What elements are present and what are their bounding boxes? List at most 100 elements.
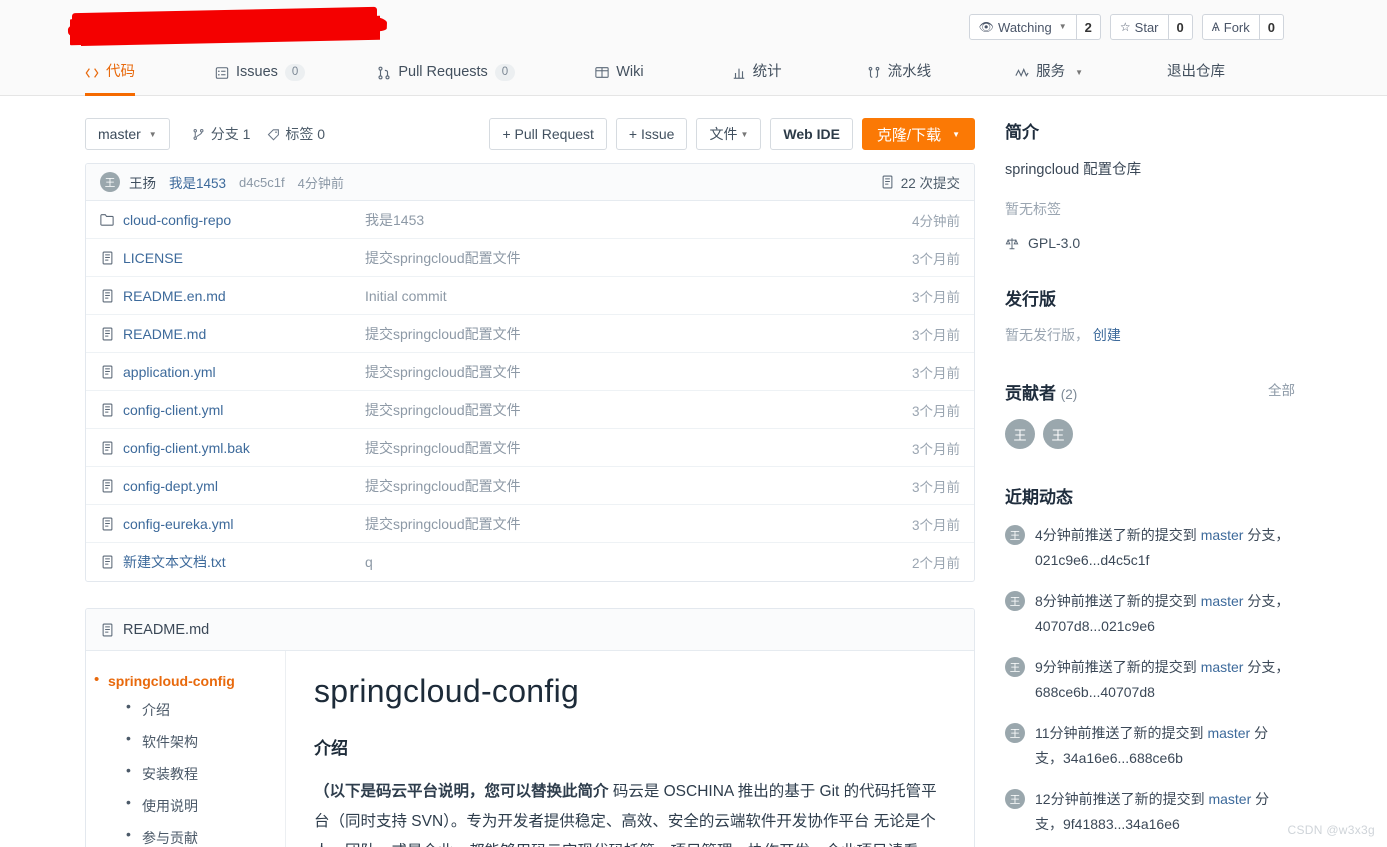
file-commit-message[interactable]: 提交springcloud配置文件 [365, 476, 912, 496]
avatar[interactable]: 王 [1005, 657, 1025, 677]
table-row[interactable]: cloud-config-repo 我是1453 4分钟前 [86, 201, 974, 239]
table-row[interactable]: 新建文本文档.txt q 2个月前 [86, 543, 974, 581]
table-row[interactable]: README.en.md Initial commit 3个月前 [86, 277, 974, 315]
clone-download-button[interactable]: 克隆/下载 ▼ [861, 118, 975, 150]
activity-branch[interactable]: master [1208, 791, 1251, 807]
new-issue-button[interactable]: + Issue [615, 118, 688, 150]
contributors-all-link[interactable]: 全部 [1268, 379, 1295, 399]
license-row[interactable]: GPL-3.0 [1005, 235, 1295, 251]
tab-services[interactable]: 服务 ▼ [1015, 50, 1083, 95]
tab-wiki[interactable]: Wiki [595, 50, 644, 95]
file-commit-message[interactable]: 提交springcloud配置文件 [365, 248, 912, 268]
tab-statistics[interactable]: 统计 [732, 50, 782, 95]
file-name-cell[interactable]: application.yml [100, 364, 365, 380]
table-row[interactable]: application.yml 提交springcloud配置文件 3个月前 [86, 353, 974, 391]
tab-pull-requests[interactable]: Pull Requests 0 [377, 50, 516, 95]
avatar[interactable]: 王 [1005, 723, 1025, 743]
activity-branch[interactable]: master [1201, 593, 1244, 609]
file-name-cell[interactable]: config-client.yml [100, 402, 365, 418]
star-main[interactable]: ☆ Star [1109, 14, 1169, 40]
file-commit-message[interactable]: Initial commit [365, 288, 912, 304]
avatar[interactable]: 王 [1005, 591, 1025, 611]
fork-button[interactable]: Ѧ Fork 0 [1201, 14, 1284, 40]
file-commit-message[interactable]: 提交springcloud配置文件 [365, 400, 912, 420]
tags-stat[interactable]: 标签 0 [266, 124, 325, 144]
file-name: config-client.yml [123, 401, 224, 418]
toc-root-item[interactable]: springcloud-config 介绍 软件架构 安装教程 使用说明 参与贡… [86, 671, 285, 847]
activity-prefix: 9分钟前推送了新的提交到 [1035, 659, 1201, 675]
file-name: config-dept.yml [123, 477, 218, 494]
commit-message[interactable]: 我是1453 [169, 172, 226, 192]
table-row[interactable]: config-eureka.yml 提交springcloud配置文件 3个月前 [86, 505, 974, 543]
repo-toolbar: master ▼ 分支 1 标签 0 + Pull Request + Issu… [85, 118, 975, 150]
readme-content: springcloud-config 介绍 （以下是码云平台说明，您可以替换此简… [286, 651, 974, 847]
readme-paragraph-bold: （以下是码云平台说明，您可以替换此简介 [314, 783, 609, 800]
table-row[interactable]: config-dept.yml 提交springcloud配置文件 3个月前 [86, 467, 974, 505]
releases-empty: 暂无发行版， 创建 [1005, 325, 1295, 345]
readme-body: springcloud-config 介绍 软件架构 安装教程 使用说明 参与贡… [86, 651, 974, 847]
branch-selector[interactable]: master ▼ [85, 118, 170, 150]
repo-nav: 代码 Issues 0 Pull Requests 0 Wiki 统计 流水线 … [0, 50, 1387, 96]
files-menu-button[interactable]: 文件 ▼ [696, 118, 762, 150]
file-commit-message[interactable]: 提交springcloud配置文件 [365, 438, 912, 458]
file-name-cell[interactable]: LICENSE [100, 250, 365, 266]
watermark: CSDN @w3x3g [1287, 823, 1375, 837]
avatar[interactable]: 王 [1005, 419, 1035, 449]
tab-code[interactable]: 代码 [85, 50, 135, 96]
toc-item[interactable]: 软件架构 [124, 730, 285, 752]
redaction-scribble [72, 6, 377, 44]
file-name-cell[interactable]: config-dept.yml [100, 478, 365, 494]
table-row[interactable]: LICENSE 提交springcloud配置文件 3个月前 [86, 239, 974, 277]
file-name-cell[interactable]: README.md [100, 326, 365, 342]
table-row[interactable]: config-client.yml.bak 提交springcloud配置文件 … [86, 429, 974, 467]
tab-pull-requests-badge: 0 [494, 64, 516, 81]
fork-main[interactable]: Ѧ Fork [1201, 14, 1260, 40]
toc-item[interactable]: 使用说明 [124, 794, 285, 816]
activity-branch[interactable]: master [1201, 659, 1244, 675]
commit-sha[interactable]: d4c5c1f [239, 175, 285, 190]
tab-exit-repo[interactable]: 退出仓库 [1167, 50, 1225, 95]
create-release-link[interactable]: 创建 [1093, 327, 1121, 343]
activity-prefix: 8分钟前推送了新的提交到 [1035, 593, 1201, 609]
file-name-cell[interactable]: README.en.md [100, 288, 365, 304]
watching-button[interactable]: 👁 Watching ▼ 2 [968, 14, 1101, 40]
file-name-cell[interactable]: config-client.yml.bak [100, 440, 365, 456]
file-name-cell[interactable]: 新建文本文档.txt [100, 552, 365, 572]
no-tags-text: 暂无标签 [1005, 201, 1061, 217]
watching-main[interactable]: 👁 Watching ▼ [968, 14, 1077, 40]
file-name: README.md [123, 325, 207, 342]
activity-branch[interactable]: master [1207, 725, 1250, 741]
file-commit-message[interactable]: q [365, 554, 912, 570]
toc-item[interactable]: 安装教程 [124, 762, 285, 784]
file-name-cell[interactable]: cloud-config-repo [100, 212, 365, 228]
toc-item[interactable]: 介绍 [124, 698, 285, 720]
file-commit-message[interactable]: 提交springcloud配置文件 [365, 362, 912, 382]
commit-author[interactable]: 王扬 [129, 172, 156, 192]
chevron-down-icon: ▼ [148, 129, 157, 139]
toc-item[interactable]: 参与贡献 [124, 826, 285, 847]
file-commit-message[interactable]: 提交springcloud配置文件 [365, 324, 912, 344]
avatar[interactable]: 王 [1005, 789, 1025, 809]
tab-statistics-label: 统计 [752, 64, 782, 81]
file-icon [100, 517, 114, 531]
file-commit-message[interactable]: 提交springcloud配置文件 [365, 514, 912, 534]
file-name-cell[interactable]: config-eureka.yml [100, 516, 365, 532]
new-pull-request-button[interactable]: + Pull Request [489, 118, 607, 150]
tab-pipeline[interactable]: 流水线 [867, 50, 931, 95]
file-icon [100, 327, 114, 341]
file-icon [100, 479, 114, 493]
list-item: 王 8分钟前推送了新的提交到 master 分支，40707d8...021c9… [1005, 589, 1295, 639]
commits-count-link[interactable]: 22 次提交 [881, 172, 960, 192]
star-button[interactable]: ☆ Star 0 [1109, 14, 1193, 40]
file-time: 3个月前 [911, 327, 960, 343]
table-row[interactable]: config-client.yml 提交springcloud配置文件 3个月前 [86, 391, 974, 429]
avatar[interactable]: 王 [1043, 419, 1073, 449]
activity-branch[interactable]: master [1201, 527, 1244, 543]
file-commit-message[interactable]: 我是1453 [365, 210, 912, 230]
avatar[interactable]: 王 [1005, 525, 1025, 545]
file-time: 3个月前 [911, 403, 960, 419]
table-row[interactable]: README.md 提交springcloud配置文件 3个月前 [86, 315, 974, 353]
tab-issues[interactable]: Issues 0 [215, 50, 306, 95]
branches-stat[interactable]: 分支 1 [192, 124, 250, 144]
web-ide-button[interactable]: Web IDE [770, 118, 853, 150]
